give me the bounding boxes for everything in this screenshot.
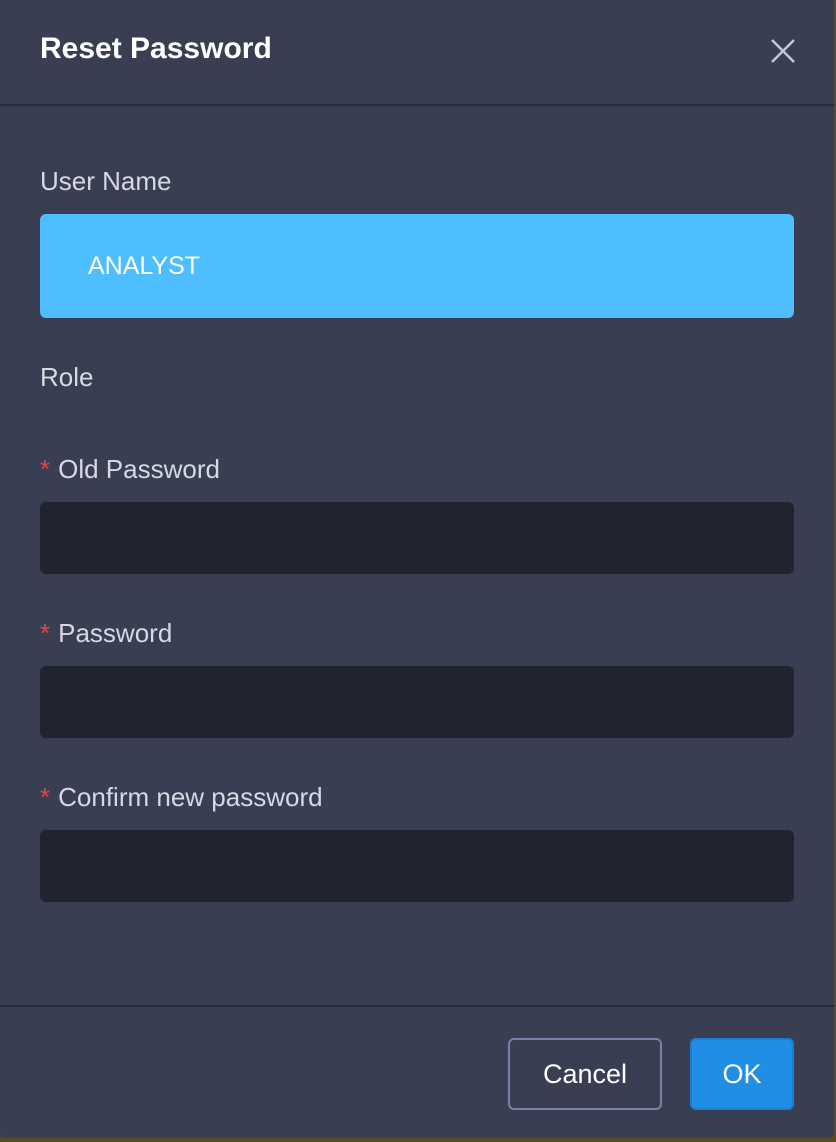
confirm-password-label-text: Confirm new password [58,782,323,812]
old-password-input[interactable] [40,502,794,574]
password-input[interactable] [40,666,794,738]
user-name-field[interactable]: ANALYST [40,214,794,318]
required-marker: * [40,454,51,484]
ok-button[interactable]: OK [690,1038,794,1110]
dialog-footer-divider [0,1005,834,1007]
required-marker: * [40,618,51,648]
dialog-header: Reset Password [0,0,834,106]
dialog-title: Reset Password [40,32,272,65]
close-icon[interactable] [768,36,798,66]
password-label-text: Password [58,618,173,648]
old-password-label-text: Old Password [58,454,220,484]
required-marker: * [40,782,51,812]
reset-password-dialog: Reset Password User Name ANALYST Role * O… [0,0,834,1138]
confirm-password-label: * Confirm new password [40,782,323,813]
user-name-label: User Name [40,166,172,196]
cancel-button[interactable]: Cancel [508,1038,662,1110]
password-label: * Password [40,618,172,649]
old-password-label: * Old Password [40,454,220,485]
confirm-password-input[interactable] [40,830,794,902]
role-label: Role [40,362,94,392]
